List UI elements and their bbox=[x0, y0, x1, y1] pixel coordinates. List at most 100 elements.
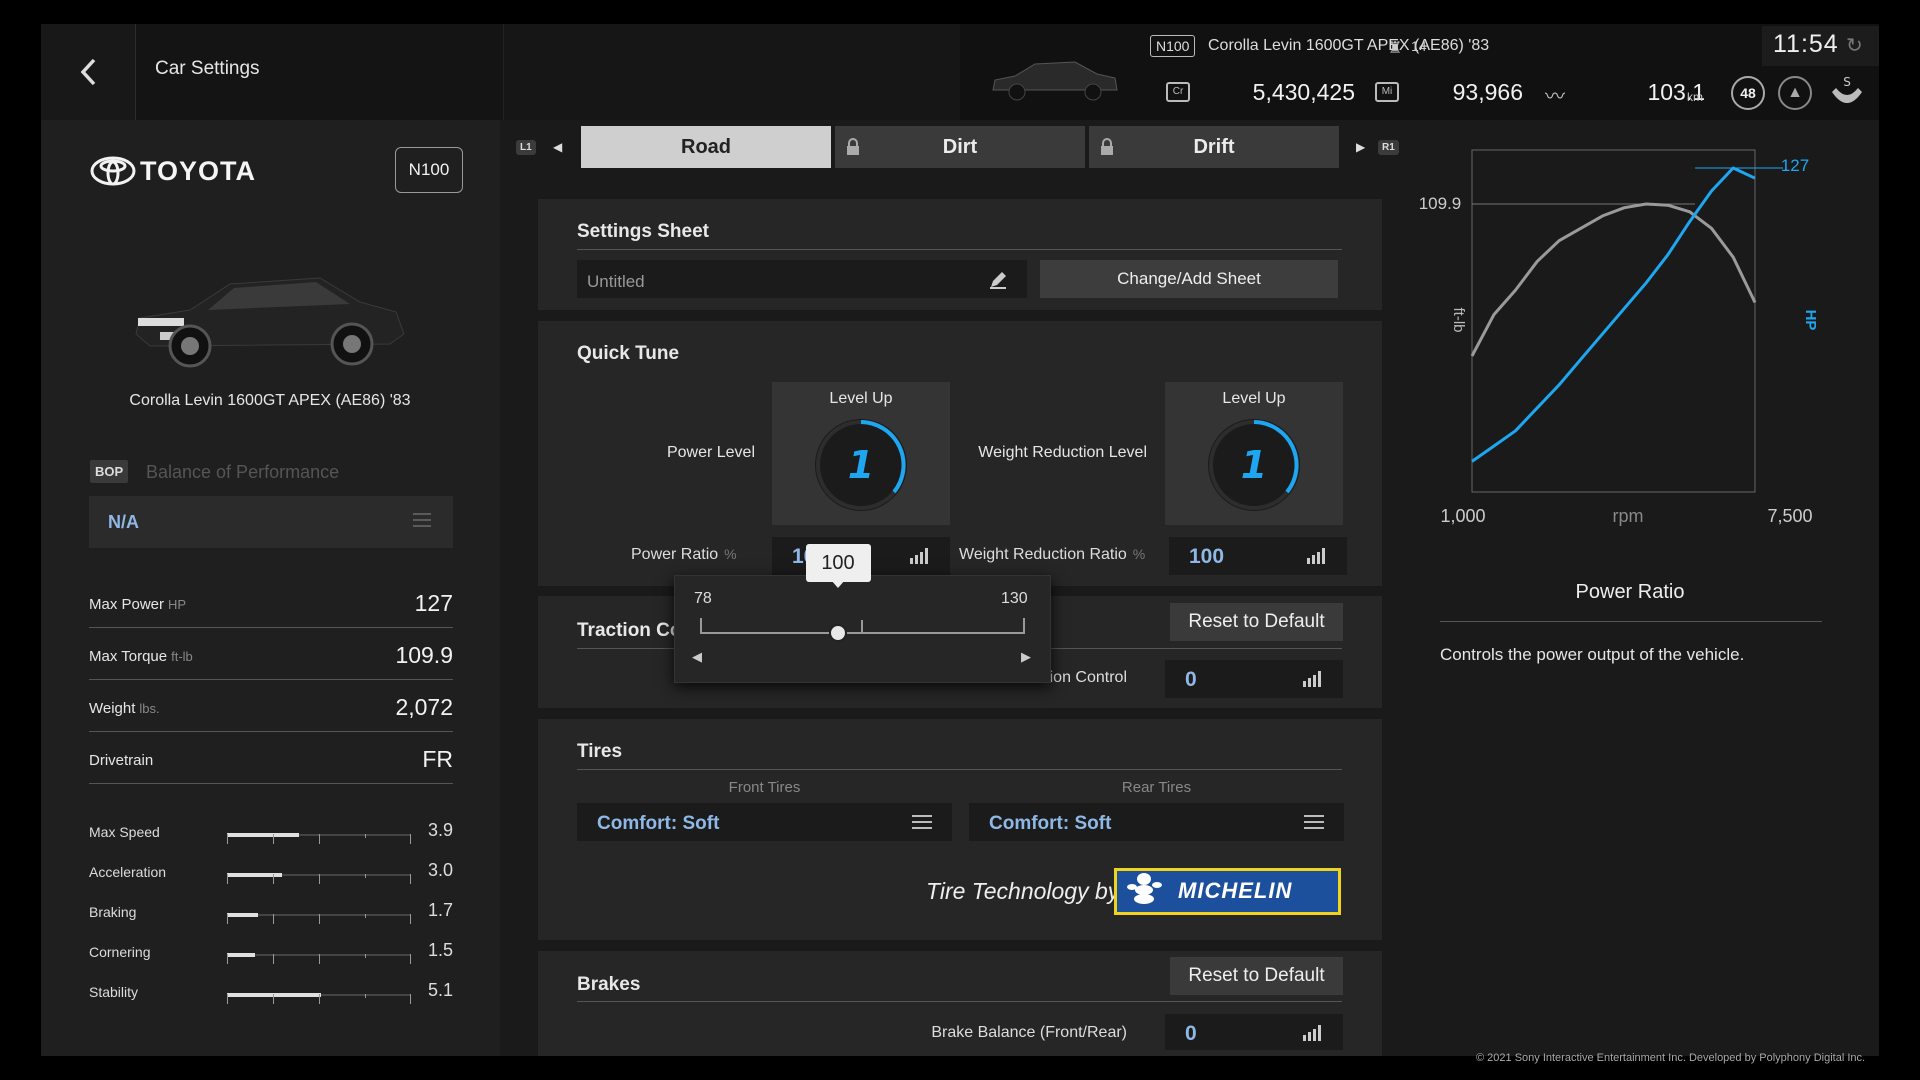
weight-ratio-label: Weight Reduction Ratio bbox=[959, 546, 1127, 563]
pencil-icon[interactable] bbox=[988, 270, 1008, 290]
bars-icon bbox=[1307, 548, 1325, 564]
spec-label: Drivetrain bbox=[89, 752, 154, 769]
perf-ticks bbox=[227, 954, 411, 964]
car-name: Corolla Levin 1600GT APEX (AE86) '83 bbox=[1208, 37, 1490, 54]
car-image bbox=[135, 277, 405, 368]
michelin-man-icon bbox=[1127, 873, 1162, 904]
brake-balance-value: 0 bbox=[1185, 1022, 1197, 1045]
spec-unit: HP bbox=[168, 597, 187, 612]
l1-button[interactable]: L1 bbox=[516, 140, 536, 155]
slider-value-tooltip: 100 bbox=[805, 544, 871, 582]
rear-tire-select[interactable]: Comfort: Soft bbox=[969, 803, 1344, 841]
perf-value: 1.5 bbox=[427, 940, 453, 960]
spec-unit: lbs. bbox=[139, 701, 160, 716]
dial-caption: Level Up bbox=[829, 390, 893, 407]
slider-tick bbox=[861, 620, 863, 633]
panel-title: Tires bbox=[577, 741, 623, 762]
spec-label: Max Torque bbox=[89, 648, 168, 665]
sidebar-car-name: Corolla Levin 1600GT APEX (AE86) '83 bbox=[129, 392, 411, 409]
dial-value: 1 bbox=[1241, 443, 1267, 487]
slider-min-label: 78 bbox=[694, 590, 712, 607]
weight-ratio-value: 100 bbox=[1189, 545, 1225, 568]
x-tick-max: 7,500 bbox=[1767, 506, 1812, 526]
x-tick-min: 1,000 bbox=[1440, 506, 1485, 526]
list-icon bbox=[1304, 815, 1324, 833]
dial-knob: 1 bbox=[1208, 419, 1300, 511]
caret-left-icon: ◀ bbox=[553, 140, 563, 154]
class-badge: N100 bbox=[395, 147, 463, 193]
left-axis-label: ft-lb bbox=[1450, 307, 1467, 332]
dial-caption: Level Up bbox=[1222, 390, 1286, 407]
power-level-label: Power Level bbox=[666, 444, 755, 461]
tab-dirt[interactable]: Dirt bbox=[835, 126, 1085, 168]
panel-title: Settings Sheet bbox=[577, 221, 709, 242]
distance-unit: km bbox=[1687, 90, 1703, 104]
perf-row-max-speed: Max Speed 3.9 bbox=[89, 818, 453, 854]
power-ratio-label: Power Ratio bbox=[631, 546, 719, 563]
front-tires-label: Front Tires bbox=[728, 779, 801, 796]
avatar-icon[interactable]: S bbox=[1828, 74, 1866, 112]
change-add-sheet-button[interactable]: Change/Add Sheet bbox=[1040, 260, 1338, 298]
front-tire-select[interactable]: Comfort: Soft bbox=[577, 803, 952, 841]
bars-icon bbox=[1303, 1025, 1321, 1041]
panel-title: Quick Tune bbox=[577, 343, 680, 364]
bars-icon bbox=[910, 548, 928, 564]
clock: 11:54 bbox=[1773, 30, 1839, 58]
chevron-left-icon bbox=[80, 58, 96, 86]
perf-ticks bbox=[227, 834, 411, 844]
spec-value: 109.9 bbox=[395, 642, 453, 668]
svg-text:S: S bbox=[1843, 75, 1851, 89]
perf-ticks bbox=[227, 994, 411, 1004]
dial-knob: 1 bbox=[815, 419, 907, 511]
license-icon: ▲ bbox=[1778, 76, 1812, 110]
perf-label: Braking bbox=[89, 904, 137, 920]
network-icon: ↻ bbox=[1846, 35, 1863, 57]
traction-reset-button[interactable]: Reset to Default bbox=[1170, 603, 1343, 641]
spec-row-weight: Weight lbs. 2,072 bbox=[89, 680, 453, 732]
back-button[interactable] bbox=[41, 24, 136, 120]
brakes-reset-button[interactable]: Reset to Default bbox=[1170, 957, 1343, 995]
slider-tick bbox=[1023, 618, 1025, 633]
spec-value: 2,072 bbox=[395, 694, 453, 720]
slider-tick bbox=[700, 618, 702, 633]
bop-label: Balance of Performance bbox=[146, 462, 340, 482]
divider bbox=[1440, 621, 1822, 622]
slider-increase-icon[interactable]: ▶ bbox=[1021, 649, 1031, 665]
x-axis-label: rpm bbox=[1613, 506, 1644, 526]
spec-row-max-power: Max Power HP 127 bbox=[89, 576, 453, 628]
lock-icon bbox=[1101, 138, 1113, 155]
copyright: © 2021 Sony Interactive Entertainment In… bbox=[1476, 1052, 1866, 1064]
trophy-count: 14 bbox=[1411, 38, 1427, 54]
r1-button[interactable]: R1 bbox=[1378, 140, 1399, 155]
right-axis-label: HP bbox=[1802, 310, 1819, 331]
tab-road[interactable]: Road bbox=[581, 126, 831, 168]
mileage-icon: Mi bbox=[1375, 82, 1399, 102]
perf-label: Stability bbox=[89, 984, 139, 1000]
traction-control-field[interactable]: 0 bbox=[1165, 660, 1343, 698]
info-description: Controls the power output of the vehicle… bbox=[1440, 645, 1745, 664]
perf-label: Max Speed bbox=[89, 824, 160, 840]
torque-peak-label: 109.9 bbox=[1419, 194, 1462, 213]
tab-label: Dirt bbox=[942, 136, 978, 158]
maker-name: TOYOTA bbox=[140, 156, 257, 186]
slider-decrease-icon[interactable]: ◀ bbox=[692, 649, 702, 665]
brake-balance-field[interactable]: 0 bbox=[1165, 1014, 1343, 1050]
rear-tire-value: Comfort: Soft bbox=[989, 813, 1112, 834]
perf-row-acceleration: Acceleration 3.0 bbox=[89, 858, 453, 894]
weight-level-dial[interactable]: Level Up 1 bbox=[1165, 382, 1343, 525]
list-icon bbox=[912, 815, 932, 833]
perf-value: 3.9 bbox=[427, 820, 453, 840]
spec-value: 127 bbox=[414, 590, 453, 616]
slider-thumb[interactable] bbox=[828, 624, 847, 642]
toyota-logo-icon bbox=[90, 156, 136, 186]
percent-unit: % bbox=[724, 546, 737, 562]
tab-drift[interactable]: Drift bbox=[1089, 126, 1339, 168]
spec-label: Max Power bbox=[89, 596, 165, 613]
info-title: Power Ratio bbox=[1575, 581, 1685, 603]
weight-ratio-field[interactable]: 100 bbox=[1169, 537, 1347, 575]
lock-icon bbox=[847, 138, 859, 155]
power-level-dial[interactable]: Level Up 1 bbox=[772, 382, 950, 525]
perf-ticks bbox=[227, 874, 411, 884]
torque-curve bbox=[1470, 202, 1757, 357]
spec-unit: ft-lb bbox=[171, 649, 193, 664]
